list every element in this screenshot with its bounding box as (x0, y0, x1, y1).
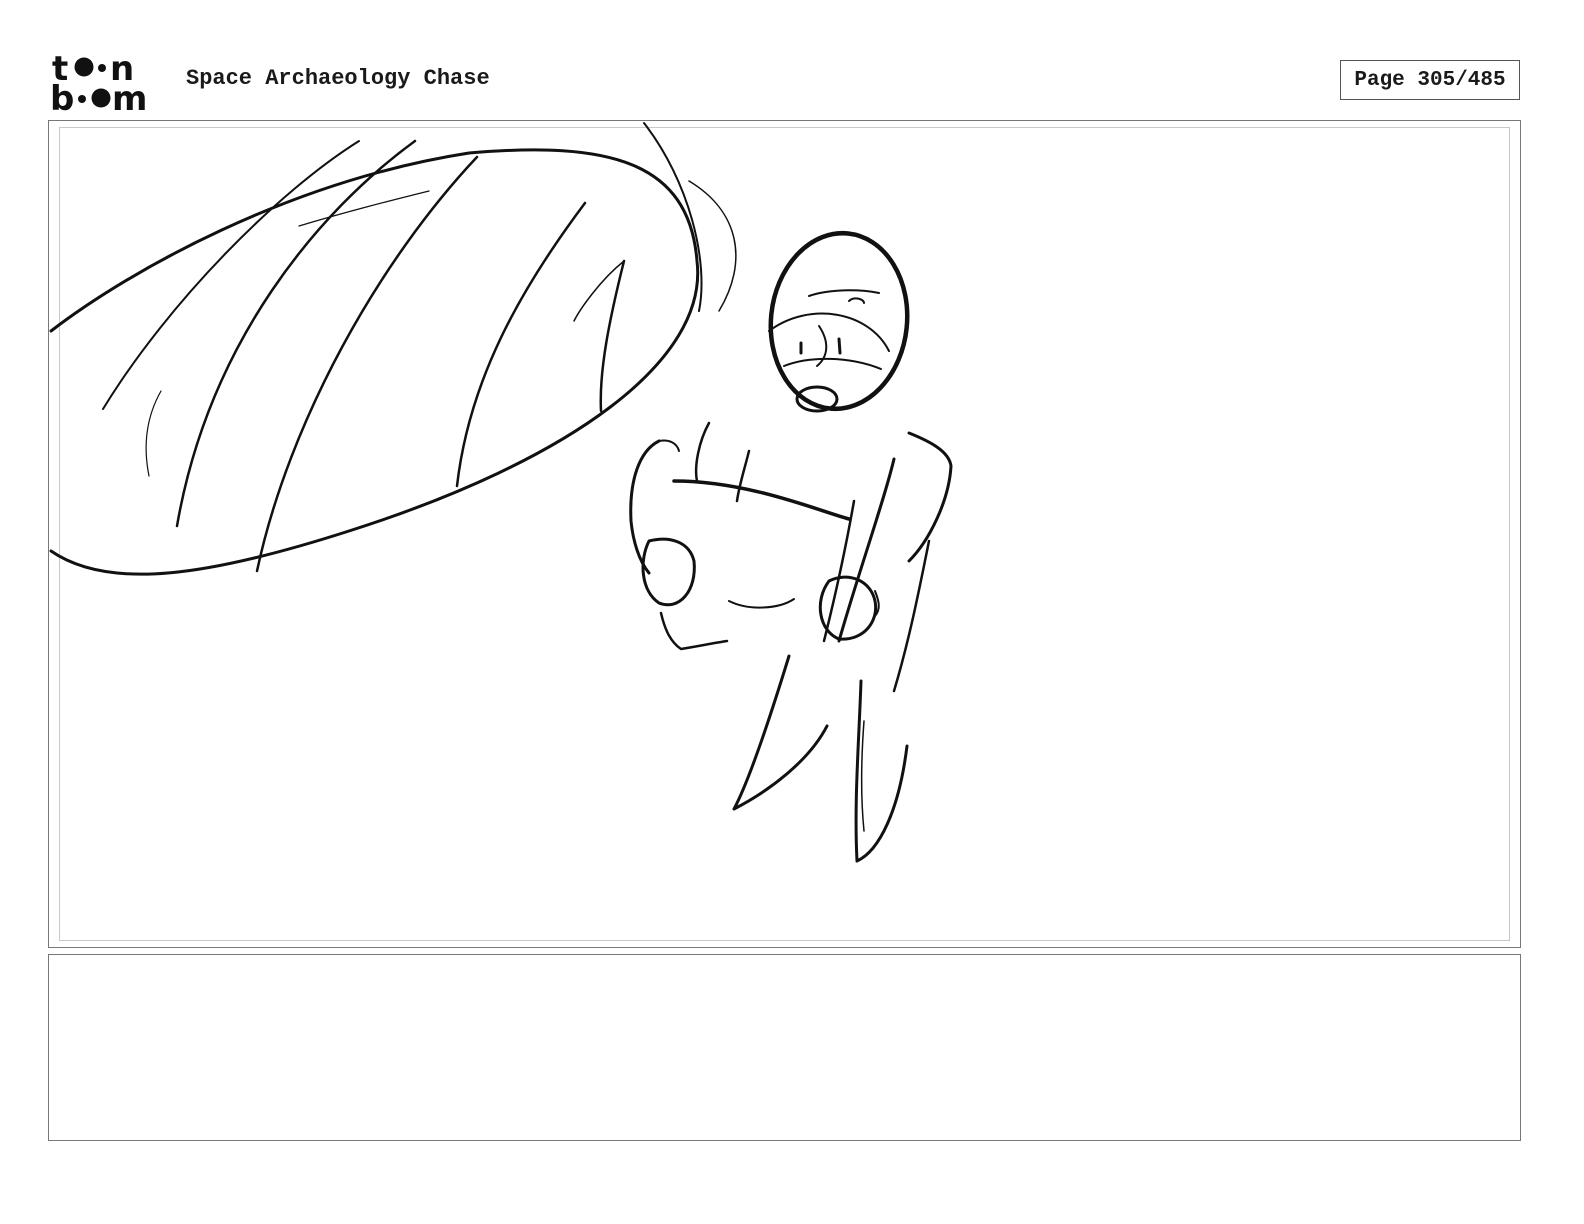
storyboard-panel (48, 120, 1521, 948)
svg-text:b: b (50, 79, 74, 114)
panel-sketch (49, 122, 953, 863)
svg-text:m: m (112, 79, 147, 114)
panel-caption-box[interactable] (48, 954, 1521, 1141)
project-title: Space Archaeology Chase (186, 66, 490, 91)
page-number-badge: Page 305/485 (1340, 60, 1520, 100)
toonboom-logo: t n b m (50, 50, 147, 114)
